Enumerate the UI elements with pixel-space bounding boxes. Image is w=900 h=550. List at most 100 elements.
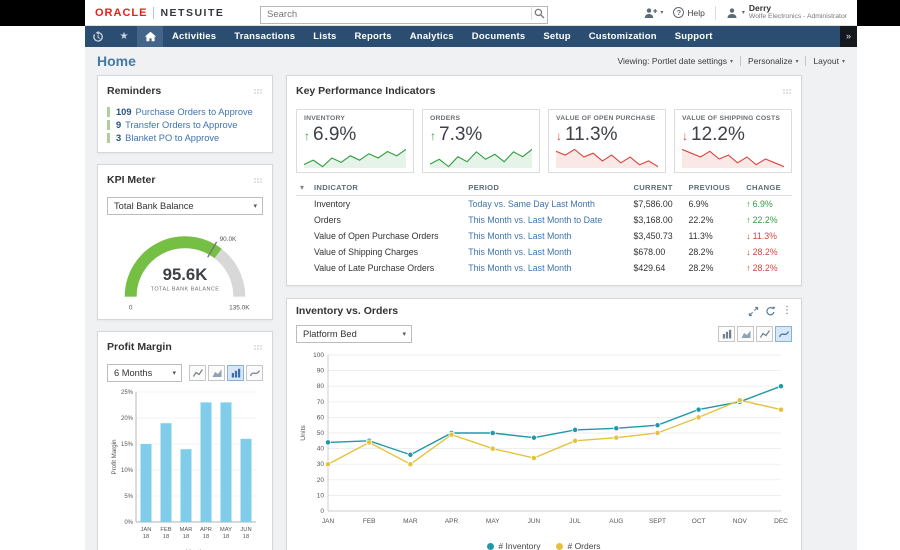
- reminder-link[interactable]: Purchase Orders to Approve: [136, 107, 253, 117]
- home-button[interactable]: [137, 26, 163, 47]
- cell-indicator: Value of Shipping Charges: [310, 244, 464, 260]
- cell-previous: 22.2%: [684, 212, 742, 228]
- cell-period-link[interactable]: This Month vs. Last Month to Date: [464, 212, 629, 228]
- change-value: 28.2%: [753, 247, 778, 257]
- create-new-button[interactable]: ▾: [644, 7, 663, 19]
- spline-chart-icon[interactable]: [775, 326, 792, 342]
- profit-margin-range-select[interactable]: 6 Months ▾: [107, 364, 182, 382]
- bar-chart-icon[interactable]: [227, 365, 244, 381]
- chevron-down-icon: ▾: [730, 58, 733, 65]
- reminder-item[interactable]: 3Blanket PO to Approve: [107, 133, 262, 143]
- kpi-tile[interactable]: ORDERS↑7.3%: [422, 109, 540, 173]
- svg-text:15%: 15%: [121, 442, 134, 448]
- reminders-list: 109 Purchase Orders to Approve 9Transfer O…: [98, 107, 272, 152]
- kpi-tile-label: INVENTORY: [304, 115, 406, 122]
- brand-logo[interactable]: ORACLE NETSUITE: [95, 7, 224, 19]
- reminder-link[interactable]: Blanket PO to Approve: [125, 133, 219, 143]
- personalize-control[interactable]: Personalize▾: [748, 56, 798, 66]
- nav-item-analytics[interactable]: Analytics: [401, 26, 463, 47]
- svg-text:JAN: JAN: [141, 527, 152, 533]
- svg-text:90: 90: [316, 368, 324, 375]
- collapse-table-button[interactable]: ▾: [296, 179, 310, 196]
- item-select[interactable]: Platform Bed ▾: [296, 325, 412, 343]
- layout-control[interactable]: Layout▾: [813, 56, 845, 66]
- nav-item-support[interactable]: Support: [666, 26, 722, 47]
- portlet-drag-handle-icon[interactable]: [782, 82, 792, 100]
- user-role: Wolfe Electronics - Administrator: [749, 13, 847, 20]
- viewing-control[interactable]: Viewing: Portlet date settings▾: [618, 56, 733, 66]
- up-arrow-icon: ↑: [746, 215, 750, 225]
- cell-previous: 6.9%: [684, 196, 742, 213]
- line-chart-icon[interactable]: [189, 365, 206, 381]
- help-button[interactable]: ? Help: [673, 7, 704, 18]
- user-name: Derry: [749, 4, 847, 13]
- svg-text:10: 10: [316, 492, 324, 499]
- cell-period-link[interactable]: This Month vs. Last Month: [464, 244, 629, 260]
- svg-text:80: 80: [316, 383, 324, 390]
- help-label: Help: [687, 8, 704, 18]
- portlet-title: Key Performance Indicators: [296, 85, 435, 97]
- area-chart-icon[interactable]: [208, 365, 225, 381]
- chart-type-buttons: [718, 326, 792, 342]
- bar-chart-icon[interactable]: [718, 326, 735, 342]
- svg-text:25%: 25%: [121, 390, 134, 396]
- nav-menu: ActivitiesTransactionsListsReportsAnalyt…: [163, 26, 722, 47]
- nav-item-transactions[interactable]: Transactions: [225, 26, 304, 47]
- kpi-tile[interactable]: INVENTORY↑6.9%: [296, 109, 414, 173]
- nav-overflow-button[interactable]: »: [840, 26, 857, 47]
- shortcuts-button[interactable]: ★: [111, 26, 137, 47]
- expand-icon[interactable]: [748, 306, 759, 317]
- reminder-item[interactable]: 9Transfer Orders to Approve: [107, 120, 262, 130]
- sparkline-chart: [682, 148, 784, 168]
- refresh-icon[interactable]: [765, 306, 776, 317]
- reminder-count: 109: [116, 107, 132, 117]
- nav-item-reports[interactable]: Reports: [345, 26, 400, 47]
- portlet-drag-handle-icon[interactable]: [253, 171, 263, 189]
- kpi-tile[interactable]: VALUE OF SHIPPING COSTS↓12.2%: [674, 109, 792, 173]
- kebab-menu-icon[interactable]: ⋮: [782, 306, 792, 316]
- cell-period-link[interactable]: Today vs. Same Day Last Month: [464, 196, 629, 213]
- svg-text:95.6K: 95.6K: [163, 265, 208, 284]
- chevron-down-icon: ▾: [172, 369, 176, 377]
- cell-current: $3,450.73: [629, 228, 684, 244]
- kpi-tile[interactable]: VALUE OF OPEN PURCHASE ORDERS↓11.3%: [548, 109, 666, 173]
- svg-text:0: 0: [320, 508, 324, 515]
- nav-item-lists[interactable]: Lists: [304, 26, 345, 47]
- column-header-change: CHANGE: [742, 179, 792, 196]
- up-arrow-icon: ↑: [430, 129, 436, 143]
- search-icon[interactable]: [531, 6, 546, 20]
- nav-item-setup[interactable]: Setup: [534, 26, 579, 47]
- portlet-title: Profit Margin: [107, 341, 172, 353]
- down-arrow-icon: ↓: [746, 231, 750, 241]
- nav-item-customization[interactable]: Customization: [580, 26, 666, 47]
- user-menu[interactable]: ▾ Derry Wolfe Electronics - Administrato…: [726, 4, 847, 21]
- portlet-drag-handle-icon[interactable]: [253, 82, 263, 100]
- nav-item-activities[interactable]: Activities: [163, 26, 225, 47]
- search-input[interactable]: [260, 6, 548, 24]
- spline-chart-icon[interactable]: [246, 365, 263, 381]
- profit-margin-portlet: Profit Margin 6 Months ▾: [97, 331, 273, 550]
- svg-text:MAY: MAY: [485, 518, 499, 525]
- reminder-link[interactable]: Transfer Orders to Approve: [125, 120, 237, 130]
- nav-item-documents[interactable]: Documents: [463, 26, 535, 47]
- cell-period-link[interactable]: This Month vs. Last Month: [464, 228, 629, 244]
- legend-item[interactable]: # Inventory: [487, 541, 540, 550]
- kpi-portlet: Key Performance Indicators INVENTORY↑6.9…: [286, 75, 802, 286]
- cell-period-link[interactable]: This Month vs. Last Month: [464, 260, 629, 276]
- svg-text:20: 20: [316, 477, 324, 484]
- recent-records-button[interactable]: [85, 26, 111, 47]
- svg-text:FEB: FEB: [362, 518, 375, 525]
- legend-item[interactable]: # Orders: [556, 541, 600, 550]
- oracle-logo: ORACLE: [95, 7, 147, 19]
- portlet-drag-handle-icon[interactable]: [253, 338, 263, 356]
- chevron-down-icon: ▾: [742, 9, 745, 16]
- home-icon: [144, 31, 157, 42]
- svg-text:18: 18: [163, 534, 169, 540]
- kpi-meter-select[interactable]: Total Bank Balance ▾: [107, 197, 263, 215]
- screen: ORACLE NETSUITE ▾ ? Help: [0, 0, 900, 550]
- kpi-indicator-table: ▾INDICATORPERIODCURRENTPREVIOUSCHANGEInv…: [287, 177, 801, 285]
- line-chart-icon[interactable]: [756, 326, 773, 342]
- area-chart-icon[interactable]: [737, 326, 754, 342]
- kpi-tile-number: 12.2%: [691, 124, 745, 146]
- reminder-item[interactable]: 109 Purchase Orders to Approve: [107, 107, 262, 117]
